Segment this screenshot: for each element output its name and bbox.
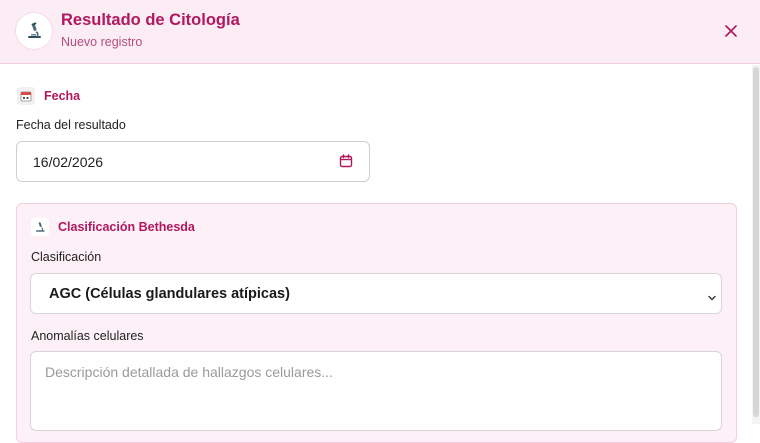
fecha-section-header: Fecha: [17, 87, 80, 105]
classification-label: Clasificación: [31, 250, 102, 264]
classification-select[interactable]: AGC (Células glandulares atípicas): [30, 273, 722, 314]
modal-header: Resultado de Citología Nuevo registro: [0, 0, 760, 64]
modal-subtitle: Nuevo registro: [61, 35, 143, 49]
modal-title: Resultado de Citología: [61, 11, 240, 29]
scrollbar-thumb[interactable]: [753, 67, 759, 417]
calendar-icon: [17, 87, 35, 105]
date-input[interactable]: 16/02/2026: [16, 141, 370, 182]
date-label: Fecha del resultado: [16, 118, 126, 132]
close-icon: [725, 25, 737, 37]
close-button[interactable]: [720, 20, 742, 42]
bethesda-section-header: Clasificación Bethesda: [31, 218, 195, 236]
calendar-picker-icon[interactable]: [339, 154, 353, 171]
anomalies-textarea[interactable]: [30, 351, 722, 431]
bethesda-section-title: Clasificación Bethesda: [58, 220, 195, 234]
chevron-down-icon: [707, 290, 717, 306]
scrollbar[interactable]: [752, 65, 760, 424]
fecha-section-title: Fecha: [44, 89, 81, 103]
microscope-icon: [16, 13, 52, 49]
classification-selected-value: AGC (Células glandulares atípicas): [49, 285, 290, 302]
microscope-icon: [31, 218, 49, 236]
anomalies-label: Anomalías celulares: [31, 329, 144, 343]
date-value: 16/02/2026: [33, 153, 104, 170]
